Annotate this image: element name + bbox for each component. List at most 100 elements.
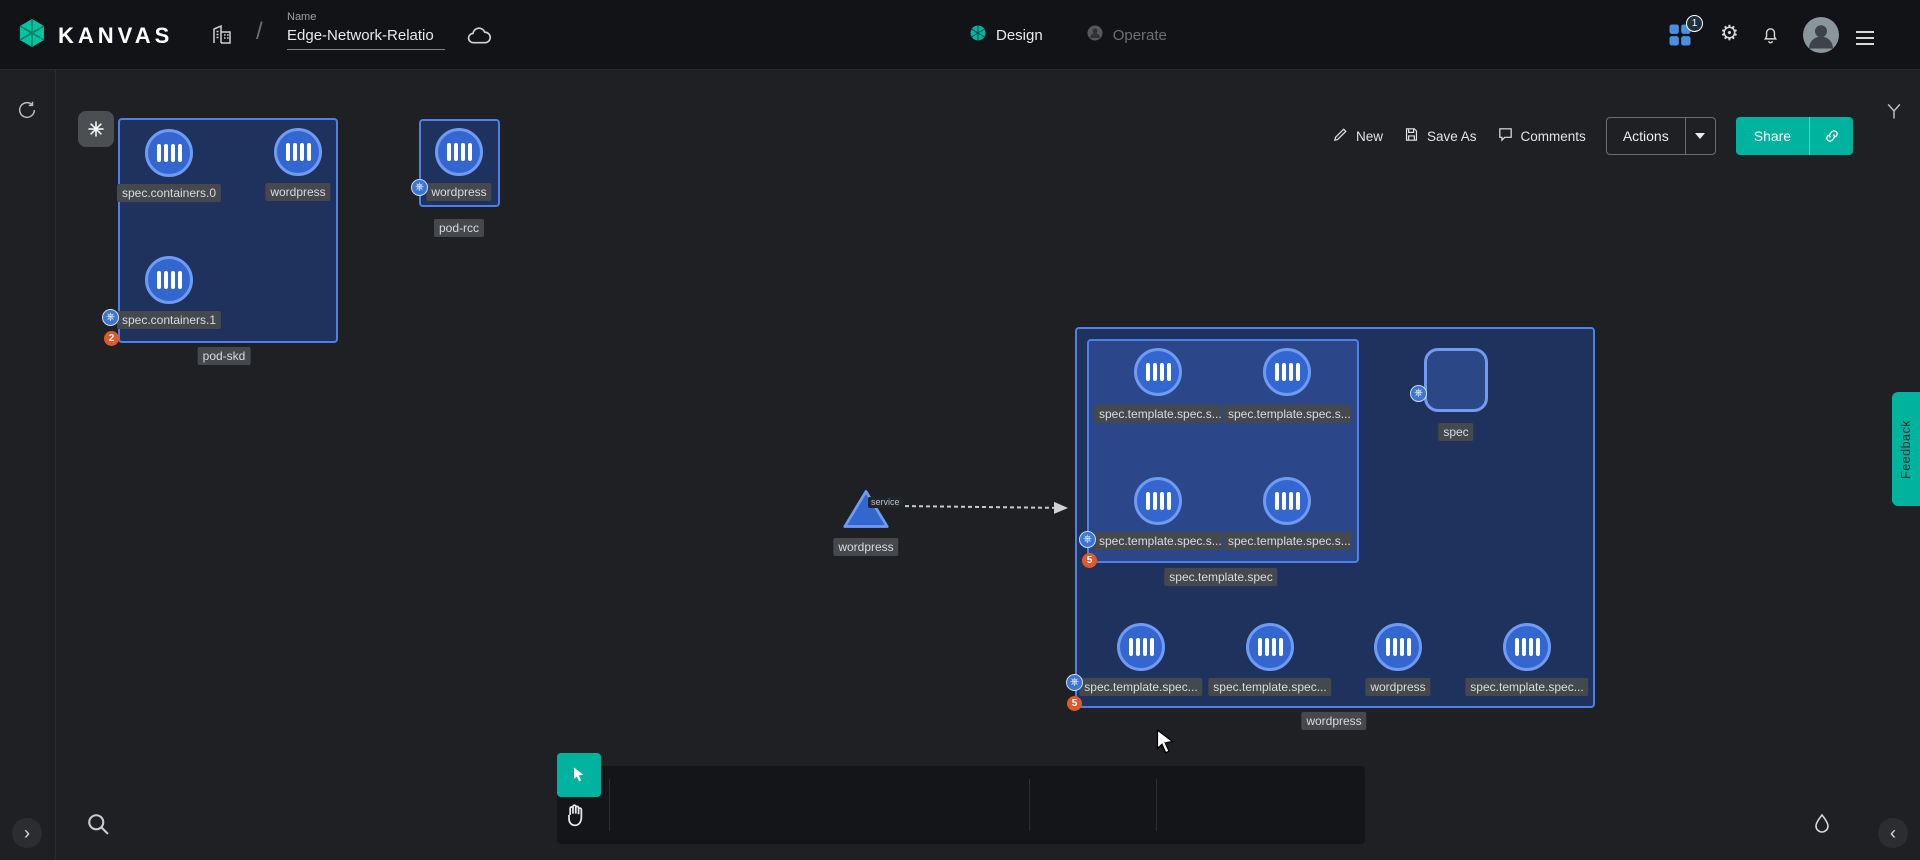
node-container[interactable] [145,256,193,304]
container-icon [286,143,311,161]
merge-branch-icon[interactable] [1884,101,1904,126]
node-container[interactable] [145,129,193,177]
container-icon [1146,492,1171,510]
app-header: KANVAS / Name Design [0,0,1920,70]
tab-operate[interactable]: Operate [1085,23,1167,47]
comments-button-label: Comments [1521,129,1586,144]
node-label: wordpress [1365,678,1430,696]
design-name-block: Name [287,11,445,50]
history-sync-icon[interactable] [16,99,38,126]
kubernetes-badge-icon: ⎈ [1066,674,1083,691]
chevron-down-icon [1695,133,1705,139]
name-field-label: Name [287,11,445,23]
node-label: spec [1438,423,1473,441]
select-tool-button[interactable] [557,753,601,797]
pencil-icon [1332,126,1349,146]
node-spec[interactable] [1424,348,1488,412]
node-container[interactable] [435,128,483,176]
container-icon [1258,638,1283,656]
node-container[interactable] [1374,623,1422,671]
mouse-cursor [1152,728,1178,761]
actions-dropdown: Actions [1606,117,1716,155]
new-button[interactable]: New [1332,126,1383,146]
save-as-button[interactable]: Save As [1403,126,1477,146]
kanvas-logo[interactable]: KANVAS [16,17,173,54]
container-icon [1146,363,1171,381]
settings-gear-icon[interactable]: ⚙ [1720,23,1739,44]
node-label: spec.template.spec.s... [1094,532,1222,550]
ink-drop-button[interactable] [1810,812,1834,841]
container-icon [1275,492,1300,510]
cloud-sync-icon[interactable] [465,24,493,51]
container-icon [447,143,472,161]
actions-button[interactable]: Actions [1607,118,1685,154]
pan-tool-button[interactable] [562,802,590,835]
node-label: wordpress [265,183,330,201]
issue-count-badge[interactable]: 2 [104,331,119,346]
design-tab-icon [968,23,988,47]
dock-divider [1029,779,1030,831]
share-split-button: Share [1736,117,1853,155]
node-label: spec.containers.1 [117,311,221,329]
node-container[interactable] [1117,623,1165,671]
collapse-right-panel-button[interactable]: ‹ [1878,818,1908,848]
expand-left-panel-button[interactable]: › [12,818,42,848]
hamburger-menu-icon[interactable] [1856,27,1874,49]
zoom-search-button[interactable] [84,810,112,843]
kubernetes-badge-icon: ⎈ [1410,385,1427,402]
node-container[interactable] [1263,348,1311,396]
notifications-bell-icon[interactable] [1760,24,1781,50]
node-service[interactable] [842,488,890,535]
container-icon [157,271,182,289]
design-name-input[interactable] [287,25,445,50]
node-label: spec.template.spec... [1079,678,1202,696]
kubernetes-badge-icon: ⎈ [411,179,428,196]
operate-tab-label: Operate [1113,27,1167,44]
avatar[interactable] [1803,17,1839,58]
node-label: spec.template.spec... [1465,678,1588,696]
droplet-icon [1810,812,1834,836]
dock-divider [1156,779,1157,831]
share-button[interactable]: Share [1736,117,1809,155]
canvas-action-row: New Save As Comments Actions Share [1332,117,1853,155]
dock-divider [609,779,610,831]
group-pod-template[interactable] [1087,339,1359,563]
container-icon [157,144,182,162]
node-container[interactable] [1134,477,1182,525]
node-container[interactable] [1134,348,1182,396]
mode-tabs: Design Operate [968,0,1167,70]
issue-count-badge[interactable]: 5 [1067,696,1082,711]
issue-count-badge[interactable]: 5 [1082,553,1097,568]
feedback-tab[interactable]: Feedback [1892,392,1920,506]
group-label: pod-skd [198,347,251,365]
container-icon [1386,638,1411,656]
kanvas-logo-icon [16,17,48,54]
operate-tab-icon [1085,23,1105,47]
tool-dock [557,766,1365,844]
node-container[interactable] [1503,623,1551,671]
node-container[interactable] [1246,623,1294,671]
app-title: KANVAS [58,23,173,49]
hand-icon [562,802,590,830]
new-button-label: New [1356,129,1383,144]
container-icon [1129,638,1154,656]
comments-button[interactable]: Comments [1497,126,1586,146]
node-container[interactable] [274,128,322,176]
cursor-icon [569,765,589,785]
snowflake-button[interactable] [78,111,114,147]
save-icon [1403,126,1420,146]
node-container[interactable] [1263,477,1311,525]
tab-design[interactable]: Design [968,23,1043,47]
comment-icon [1497,126,1514,146]
container-icon [1515,638,1540,656]
node-label: spec.containers.0 [117,184,221,202]
copy-link-button[interactable] [1809,117,1853,155]
node-label: spec.template.spec.s... [1223,532,1351,550]
container-icon [1275,363,1300,381]
group-label: wordpress [1301,712,1366,730]
workspace-icon[interactable] [210,23,234,52]
node-label: wordpress [833,538,898,556]
group-label: spec.template.spec [1164,568,1277,586]
actions-caret-button[interactable] [1685,118,1715,154]
service-to-deployment-edge [884,492,1080,522]
